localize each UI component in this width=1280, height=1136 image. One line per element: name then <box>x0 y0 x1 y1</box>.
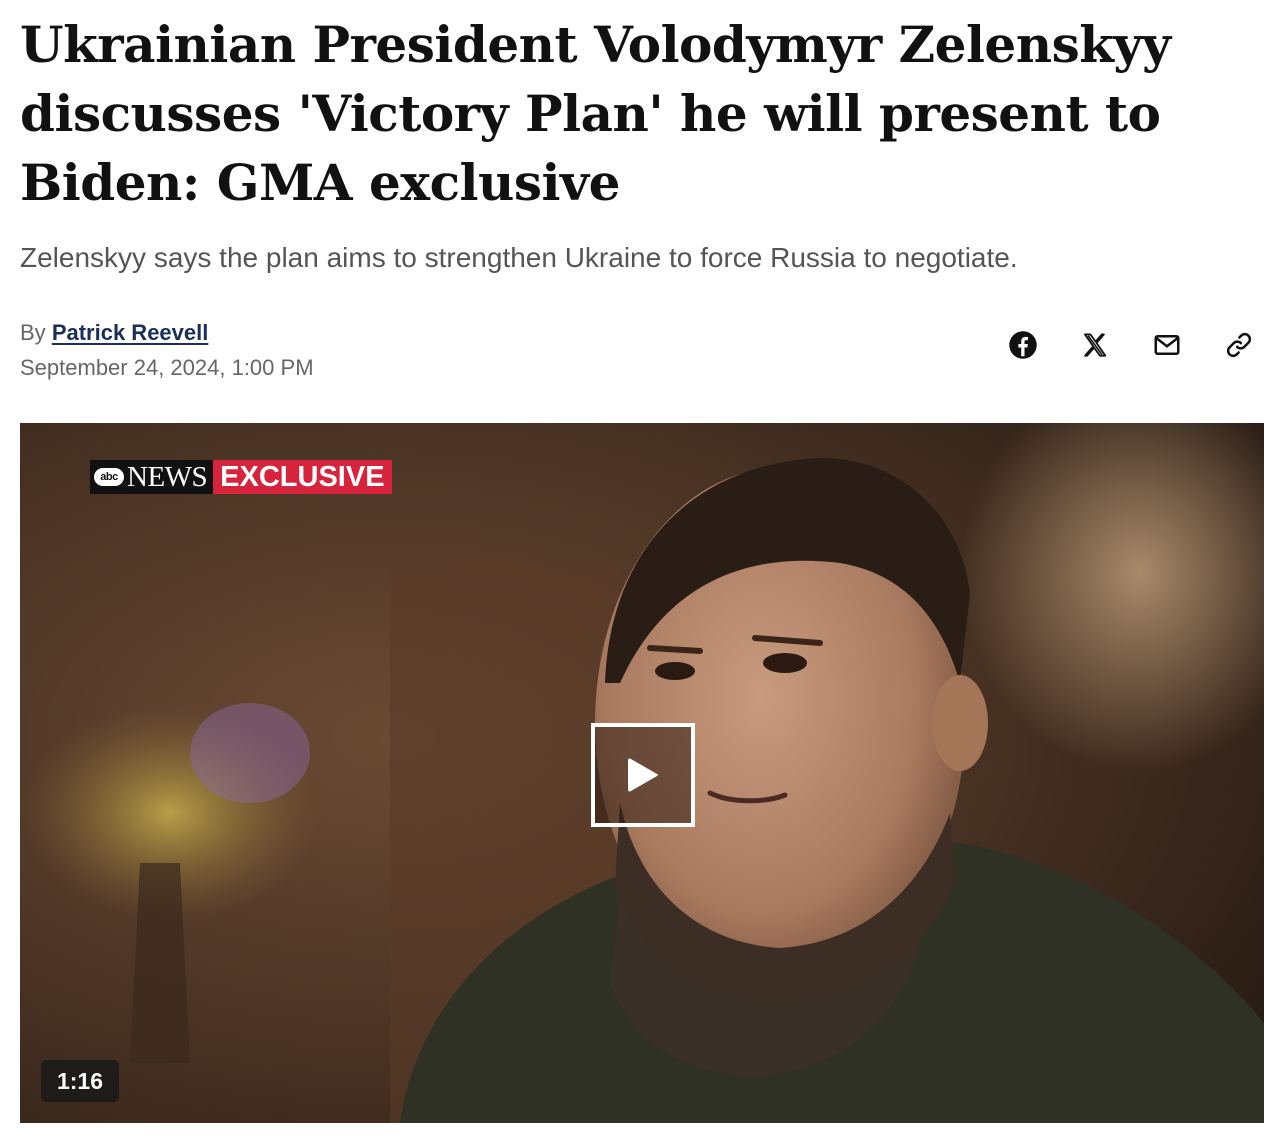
facebook-icon <box>1009 331 1037 359</box>
byline: By Patrick Reevell <box>20 318 208 348</box>
link-icon <box>1226 332 1252 358</box>
share-bar <box>1002 324 1260 366</box>
news-exclusive-badge: abc NEWS EXCLUSIVE <box>90 460 392 494</box>
x-icon <box>1084 333 1107 357</box>
facebook-share-button[interactable] <box>1002 324 1044 366</box>
video-duration: 1:16 <box>41 1060 119 1102</box>
mail-icon <box>1154 335 1180 355</box>
play-button[interactable] <box>591 723 695 827</box>
byline-prefix: By <box>20 320 46 345</box>
publish-date: September 24, 2024, 1:00 PM <box>20 355 314 380</box>
x-share-button[interactable] <box>1074 324 1116 366</box>
article-page: Ukrainian President Volodymyr Zelenskyy … <box>0 0 1280 1136</box>
abc-logo: abc <box>94 468 124 486</box>
copy-link-button[interactable] <box>1218 324 1260 366</box>
email-share-button[interactable] <box>1146 324 1188 366</box>
video-player[interactable]: abc NEWS EXCLUSIVE 1:16 <box>20 423 1264 1123</box>
news-label: NEWS <box>127 460 208 493</box>
exclusive-label: EXCLUSIVE <box>213 460 392 494</box>
play-icon <box>628 758 658 792</box>
author-link[interactable]: Patrick Reevell <box>52 320 209 345</box>
subheadline: Zelenskyy says the plan aims to strength… <box>20 242 1018 273</box>
headline: Ukrainian President Volodymyr Zelenskyy … <box>20 15 1171 212</box>
abc-news-label: abc NEWS <box>90 460 214 494</box>
